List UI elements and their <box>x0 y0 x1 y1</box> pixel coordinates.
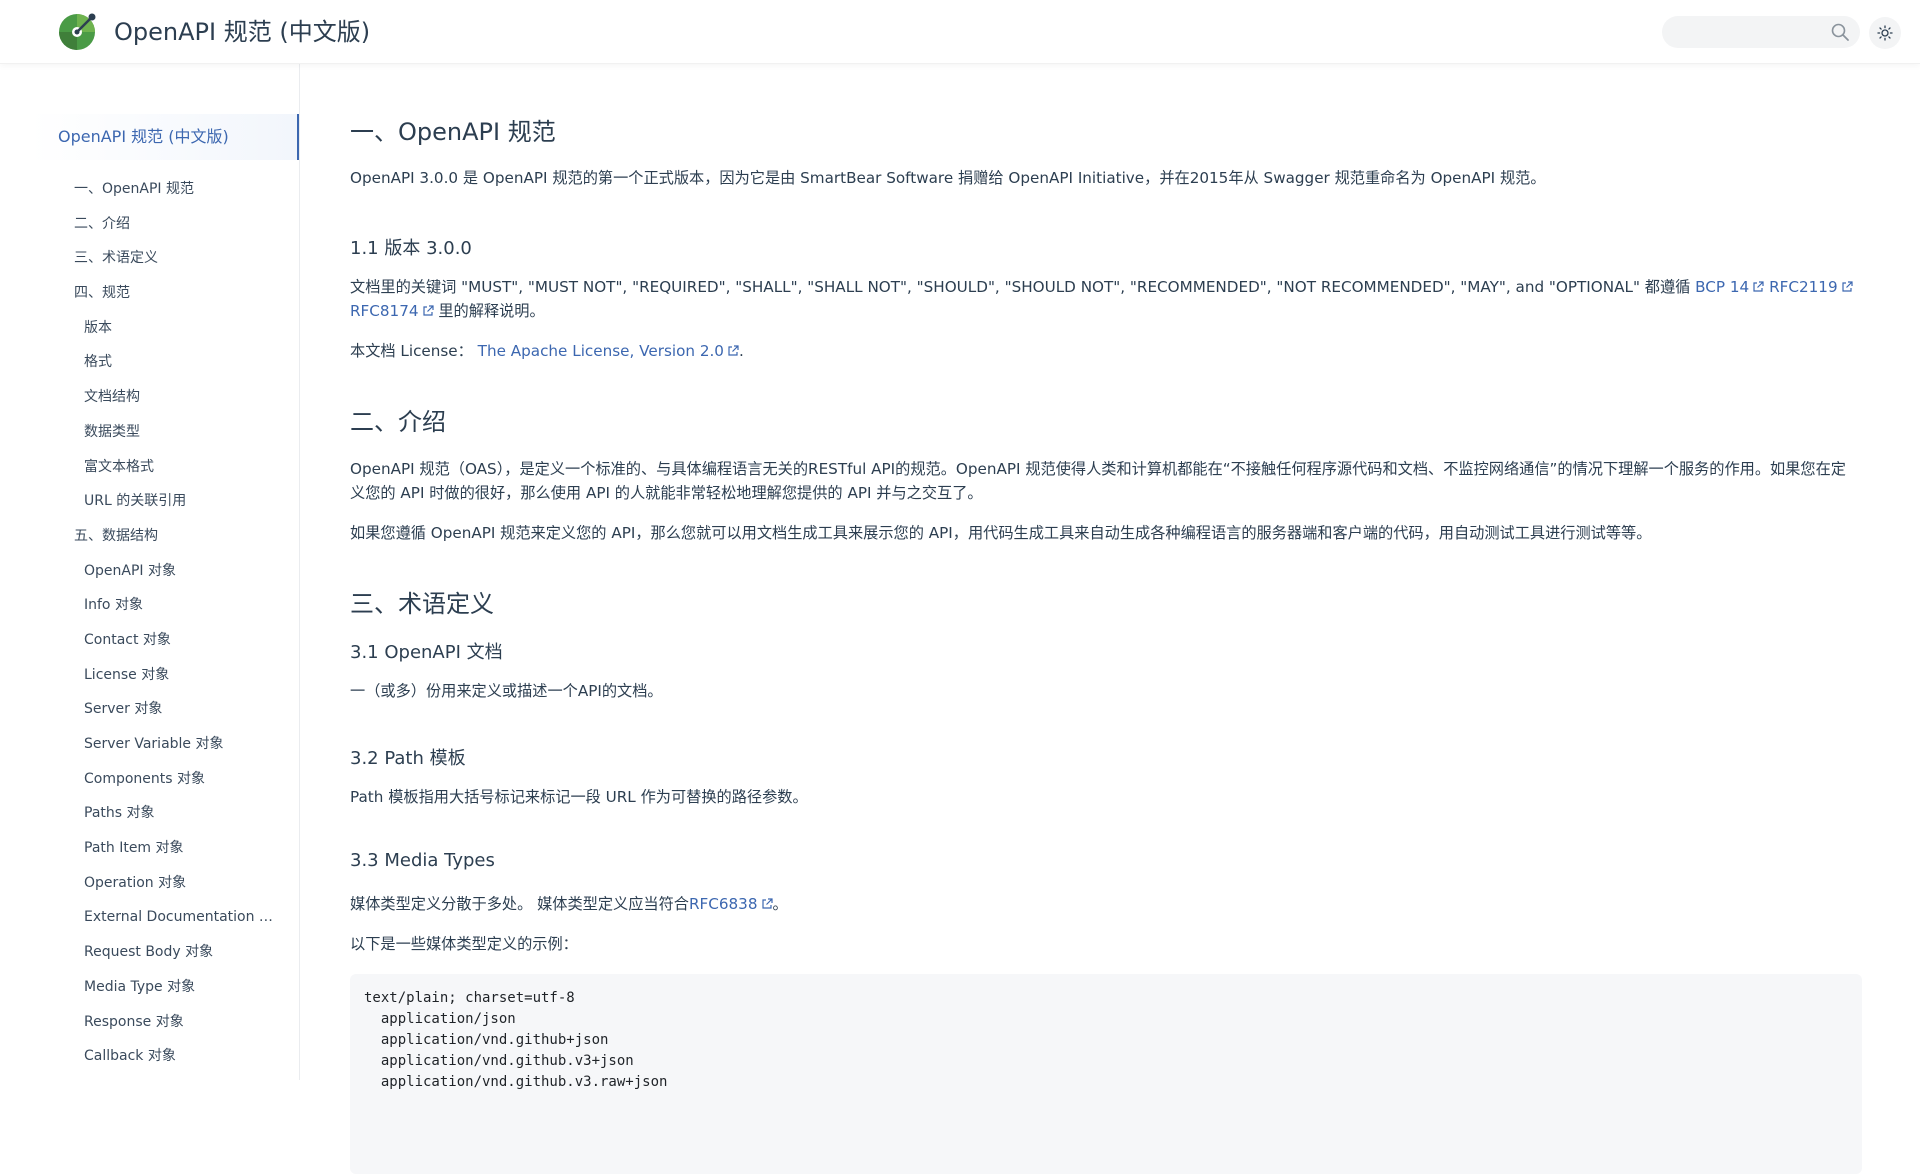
sidebar-item[interactable]: 一、OpenAPI 规范 <box>0 172 299 207</box>
link-rfc6838[interactable]: RFC6838 <box>689 895 773 913</box>
code-line: application/json <box>364 1011 516 1027</box>
sidebar-item[interactable]: Path Item 对象 <box>0 831 299 866</box>
external-link-icon <box>728 345 739 356</box>
paragraph-1-1: 文档里的关键词 "MUST", "MUST NOT", "REQUIRED", … <box>350 275 1860 323</box>
paragraph-section-1: OpenAPI 3.0.0 是 OpenAPI 规范的第一个正式版本，因为它是由… <box>350 169 1546 187</box>
heading-3-3: 3.3 Media Types <box>350 850 495 871</box>
sidebar-item[interactable]: Request Body 对象 <box>0 935 299 970</box>
code-line: application/vnd.github+json <box>364 1032 609 1048</box>
sidebar-item[interactable]: External Documentation 对象 <box>0 900 299 935</box>
sidebar-item[interactable]: Example 对象 <box>0 1074 299 1080</box>
sidebar-item[interactable]: 三、术语定义 <box>0 241 299 276</box>
paragraph-3-3-tail: 。 <box>772 895 788 913</box>
heading-section-1: 一、OpenAPI 规范 <box>350 118 556 146</box>
sidebar-root-item[interactable]: OpenAPI 规范 (中文版) <box>30 114 299 160</box>
license-label: 本文档 License： <box>350 342 478 360</box>
link-rfc8174[interactable]: RFC8174 <box>350 302 434 320</box>
heading-3-1: 3.1 OpenAPI 文档 <box>350 642 503 663</box>
heading-section-2: 二、介绍 <box>350 408 446 436</box>
sidebar-item[interactable]: 四、规范 <box>0 276 299 311</box>
sidebar-item[interactable]: Contact 对象 <box>0 623 299 658</box>
heading-1-1: 1.1 版本 3.0.0 <box>350 238 472 259</box>
external-link-icon <box>761 898 773 909</box>
site-logo-icon[interactable] <box>56 11 98 53</box>
sidebar-item[interactable]: Paths 对象 <box>0 796 299 831</box>
sidebar-item[interactable]: Server Variable 对象 <box>0 727 299 762</box>
paragraph-section-2-2: 如果您遵循 OpenAPI 规范来定义您的 API，那么您就可以用文档生成工具来… <box>350 524 1652 542</box>
site-title[interactable]: OpenAPI 规范 (中文版) <box>114 14 370 50</box>
paragraph-3-3-text: 媒体类型定义分散于多处。 媒体类型定义应当符合 <box>350 895 689 913</box>
sidebar-item[interactable]: License 对象 <box>0 658 299 693</box>
sidebar-item[interactable]: Server 对象 <box>0 692 299 727</box>
link-bcp14[interactable]: BCP 14 <box>1695 278 1764 296</box>
link-bcp14-label: BCP 14 <box>1695 278 1750 296</box>
code-line: application/vnd.github.v3.raw+json <box>364 1074 668 1090</box>
code-line: text/plain; charset=utf-8 <box>364 990 575 1006</box>
link-apache-license[interactable]: The Apache License, Version 2.0 <box>478 342 739 360</box>
paragraph-1-1-text: 文档里的关键词 "MUST", "MUST NOT", "REQUIRED", … <box>350 278 1696 296</box>
sidebar-item[interactable]: OpenAPI 对象 <box>0 554 299 589</box>
sidebar-list: 一、OpenAPI 规范 二、介绍 三、术语定义 四、规范 版本 格式 文档结构 数据类型 富文… <box>0 172 299 1080</box>
heading-3-2: 3.2 Path 模板 <box>350 748 466 769</box>
sidebar-item[interactable]: 五、数据结构 <box>0 519 299 554</box>
sidebar-item[interactable]: Callback 对象 <box>0 1039 299 1074</box>
sidebar-item[interactable]: Info 对象 <box>0 588 299 623</box>
theme-toggle-button[interactable] <box>1869 17 1901 49</box>
paragraph-license: 本文档 License： The Apache License, Version… <box>350 339 1860 363</box>
external-link-icon <box>1842 281 1853 292</box>
link-apache-license-label: The Apache License, Version 2.0 <box>477 342 724 360</box>
sidebar-item[interactable]: Operation 对象 <box>0 866 299 901</box>
paragraph-3-3-examples: 以下是一些媒体类型定义的示例： <box>350 935 578 953</box>
heading-section-3: 三、术语定义 <box>350 590 494 618</box>
sidebar-item[interactable]: 版本 <box>0 311 299 346</box>
sidebar-item[interactable]: 格式 <box>0 345 299 380</box>
paragraph-3-2: Path 模板指用大括号标记来标记一段 URL 作为可替换的路径参数。 <box>350 788 808 806</box>
link-rfc8174-label: RFC8174 <box>350 302 419 320</box>
code-block-media-types[interactable]: text/plain; charset=utf-8 application/js… <box>350 974 1862 1174</box>
link-rfc2119[interactable]: RFC2119 <box>1769 278 1853 296</box>
top-navbar: OpenAPI 规范 (中文版) <box>0 0 1920 64</box>
sidebar-item[interactable]: 文档结构 <box>0 380 299 415</box>
external-link-icon <box>422 305 434 316</box>
sidebar-item[interactable]: 数据类型 <box>0 415 299 450</box>
paragraph-3-1: 一（或多）份用来定义或描述一个API的文档。 <box>350 682 663 700</box>
paragraph-3-3: 媒体类型定义分散于多处。 媒体类型定义应当符合RFC6838 。 <box>350 892 1860 916</box>
paragraph-section-2-1: OpenAPI 规范（OAS），是定义一个标准的、与具体编程语言无关的RESTf… <box>350 460 1846 502</box>
license-tail: . <box>738 342 744 360</box>
external-link-icon <box>1753 281 1764 292</box>
link-rfc2119-label: RFC2119 <box>1769 278 1838 296</box>
sidebar-item[interactable]: 二、介绍 <box>0 207 299 242</box>
code-line: application/vnd.github.v3+json <box>364 1053 634 1069</box>
sidebar-item[interactable]: Media Type 对象 <box>0 970 299 1005</box>
sidebar: OpenAPI 规范 (中文版) 一、OpenAPI 规范 二、介绍 三、术语定义四… <box>0 64 300 1080</box>
paragraph-1-1-tail: 里的解释说明。 <box>433 302 545 320</box>
sidebar-item[interactable]: Components 对象 <box>0 762 299 797</box>
sidebar-item[interactable]: URL 的关联引用 <box>0 484 299 519</box>
sidebar-item[interactable]: 富文本格式 <box>0 450 299 485</box>
search-icon[interactable] <box>1830 22 1850 42</box>
sidebar-item[interactable]: Response 对象 <box>0 1005 299 1040</box>
sun-icon <box>1877 25 1893 41</box>
link-rfc6838-label: RFC6838 <box>688 895 758 913</box>
